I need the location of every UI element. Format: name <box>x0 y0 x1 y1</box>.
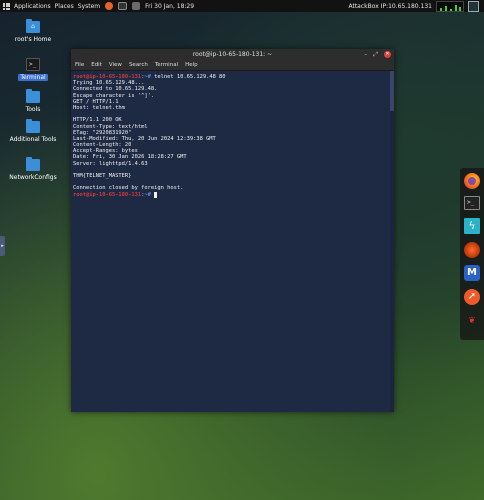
dock-metasploit[interactable]: M <box>463 264 481 282</box>
folder-icon <box>26 157 40 171</box>
compass-icon: ➚ <box>464 289 480 305</box>
desktop-icon-additional-tools[interactable]: Additional Tools <box>3 119 63 143</box>
places-menu[interactable]: Places <box>55 3 74 10</box>
window-title: root@ip-10-65-180-131: ~ <box>192 51 273 58</box>
desktop-icon-terminal[interactable]: >_ Terminal <box>3 58 63 81</box>
folder-icon <box>26 119 40 133</box>
terminal-window[interactable]: root@ip-10-65-180-131: ~ – ⤢ ✕ File Edit… <box>71 49 394 412</box>
dock: >_ ϟ M ➚ ❦ <box>460 168 484 340</box>
dock-zap[interactable]: ϟ <box>463 217 481 235</box>
dock-dragon[interactable]: ❦ <box>463 312 481 330</box>
menu-edit[interactable]: Edit <box>91 62 102 68</box>
maximize-icon[interactable]: ⤢ <box>373 51 378 58</box>
burpsuite-icon <box>464 242 480 258</box>
terminal-output[interactable]: root@ip-10-65-180-131:~# telnet 10.65.12… <box>71 71 394 412</box>
current-prompt[interactable]: root@ip-10-65-180-131:~# <box>73 191 392 198</box>
menu-file[interactable]: File <box>75 62 84 68</box>
desktop-icon-label: Tools <box>25 106 41 113</box>
desktop-icon-home[interactable]: ⌂ root's Home <box>3 19 63 43</box>
terminal-launcher-icon[interactable] <box>118 2 128 10</box>
editor-launcher-icon[interactable] <box>132 2 141 10</box>
folder-icon <box>26 89 40 103</box>
desktop-icon-label: Terminal <box>18 74 48 81</box>
close-icon[interactable]: ✕ <box>384 51 391 58</box>
title-bar[interactable]: root@ip-10-65-180-131: ~ – ⤢ ✕ <box>71 49 394 60</box>
terminal-icon: >_ <box>26 58 40 71</box>
scroll-thumb[interactable] <box>390 71 394 111</box>
firefox-launcher-icon[interactable] <box>105 2 114 10</box>
metasploit-icon: M <box>464 265 480 281</box>
scrollbar[interactable] <box>390 71 394 412</box>
text-cursor <box>154 191 158 198</box>
clock[interactable]: Fri 30 Jan, 18:29 <box>145 3 194 10</box>
dock-burpsuite[interactable] <box>463 241 481 259</box>
desktop-icon-tools[interactable]: Tools <box>3 89 63 113</box>
applications-menu[interactable]: Applications <box>14 3 51 10</box>
desktop-icon-label: NetworkConfigs <box>9 174 57 181</box>
menu-view[interactable]: View <box>109 62 122 68</box>
desktop-icon-networkconfigs[interactable]: NetworkConfigs <box>3 157 63 181</box>
dock-terminal[interactable]: >_ <box>463 194 481 212</box>
minimize-icon[interactable]: – <box>364 51 367 58</box>
home-folder-icon: ⌂ <box>26 19 40 33</box>
firefox-icon <box>464 173 480 189</box>
top-panel: Applications Places System Fri 30 Jan, 1… <box>0 0 484 12</box>
system-menu[interactable]: System <box>78 3 100 10</box>
menu-bar: File Edit View Search Terminal Help <box>71 60 394 71</box>
dock-compass[interactable]: ➚ <box>463 288 481 306</box>
cpu-monitor[interactable] <box>436 0 464 12</box>
grid-menu-icon[interactable] <box>3 2 10 10</box>
terminal-icon: >_ <box>464 196 480 210</box>
menu-help[interactable]: Help <box>185 62 198 68</box>
desktop-icon-label: Additional Tools <box>9 136 57 143</box>
menu-terminal[interactable]: Terminal <box>155 62 178 68</box>
zap-icon: ϟ <box>464 218 480 234</box>
desktop-icon-label: root's Home <box>14 36 52 43</box>
dragon-icon: ❦ <box>468 316 476 326</box>
attackbox-ip: AttackBox IP:10.65.180.131 <box>348 2 432 10</box>
side-panel-handle[interactable]: ▸ <box>0 236 5 256</box>
menu-search[interactable]: Search <box>129 62 148 68</box>
workspace-switcher[interactable] <box>468 0 479 12</box>
dock-firefox[interactable] <box>463 172 481 190</box>
